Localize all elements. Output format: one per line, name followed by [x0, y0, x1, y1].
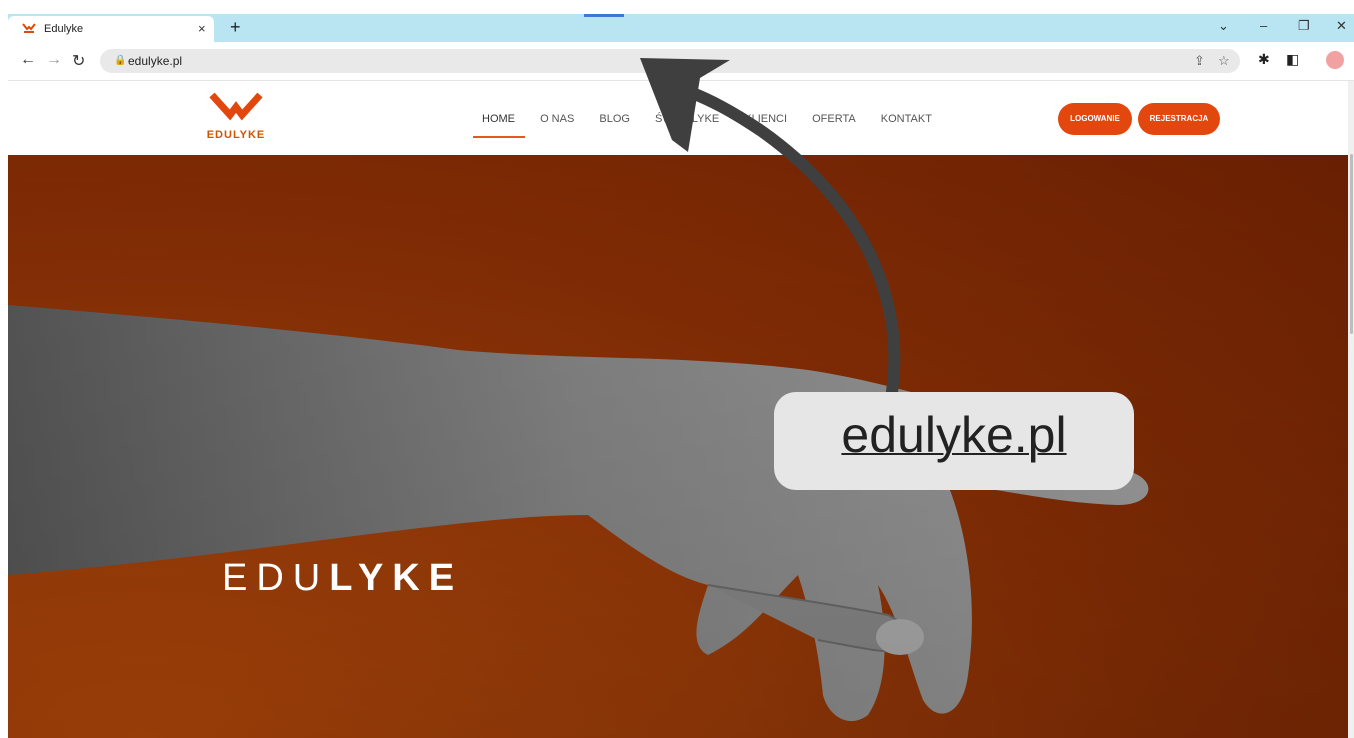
side-panel-icon[interactable]: ◧ [1286, 51, 1299, 68]
url-callout: edulyke.pl [774, 392, 1134, 490]
tab-title: Edulyke [44, 23, 84, 35]
extensions-icon[interactable]: ✱ [1258, 51, 1270, 68]
edulyke-logo[interactable]: EDULYKE [204, 89, 268, 149]
edulyke-favicon-icon [22, 23, 36, 33]
more-menu-icon[interactable]: ⋮ [1348, 51, 1354, 68]
callout-text: edulyke.pl [841, 407, 1067, 463]
hero-title-light: EDU [222, 557, 330, 599]
tab-edulyke[interactable]: Edulyke × [8, 16, 214, 42]
menu-item-oferta[interactable]: OFERTA [812, 113, 856, 125]
hero-title-bold: LYKE [329, 557, 464, 599]
main-menu: HOME O NAS BLOG ŚWIAT LYKE KLIENCI OFERT… [482, 113, 954, 125]
address-bar[interactable]: 🔒 edulyke.pl ⇪ ☆ [100, 49, 1240, 73]
active-menu-underline [473, 136, 525, 138]
menu-item-blog[interactable]: BLOG [599, 113, 630, 125]
browser-window: Edulyke × + ⌄ – ❐ ✕ ← → ↻ 🔒 edulyke.pl ⇪… [8, 14, 1354, 738]
scrollbar-thumb[interactable] [1350, 154, 1353, 334]
menu-item-o-nas[interactable]: O NAS [540, 113, 574, 125]
browser-toolbar: ← → ↻ 🔒 edulyke.pl ⇪ ☆ ✱ ◧ ⋮ [8, 42, 1354, 81]
restore-button[interactable]: ❐ [1298, 18, 1310, 34]
lock-icon[interactable]: 🔒 [114, 55, 126, 66]
menu-item-swiat-lyke[interactable]: ŚWIAT LYKE [655, 113, 719, 125]
tab-search-icon[interactable]: ⌄ [1218, 18, 1229, 34]
reload-icon[interactable]: ↻ [72, 51, 85, 71]
menu-item-kontakt[interactable]: KONTAKT [881, 113, 932, 125]
hero-title: EDULYKE [222, 557, 463, 600]
close-window-button[interactable]: ✕ [1336, 18, 1347, 34]
login-button[interactable]: LOGOWANIE [1058, 103, 1132, 135]
new-tab-button[interactable]: + [230, 17, 241, 38]
profile-avatar-icon[interactable] [1326, 51, 1344, 69]
minimize-button[interactable]: – [1260, 18, 1267, 33]
logo-mark-icon [209, 92, 263, 121]
tab-strip: Edulyke × + ⌄ – ❐ ✕ [8, 14, 1354, 42]
hero-shade [8, 155, 1348, 738]
tab-close-icon[interactable]: × [198, 21, 206, 36]
hero-section: EDULYKE [8, 155, 1348, 738]
menu-item-klienci[interactable]: KLIENCI [744, 113, 787, 125]
forward-arrow-icon[interactable]: → [46, 51, 62, 69]
back-arrow-icon[interactable]: ← [20, 51, 36, 69]
share-icon[interactable]: ⇪ [1194, 53, 1205, 69]
url-text[interactable]: edulyke.pl [128, 54, 182, 68]
menu-item-home[interactable]: HOME [482, 113, 515, 125]
register-button[interactable]: REJESTRACJA [1138, 103, 1220, 135]
site-header: EDULYKE HOME O NAS BLOG ŚWIAT LYKE KLIEN… [8, 81, 1348, 155]
star-icon[interactable]: ☆ [1218, 53, 1230, 69]
logo-text: EDULYKE [206, 129, 266, 141]
tab-strip-indicator [584, 14, 624, 17]
